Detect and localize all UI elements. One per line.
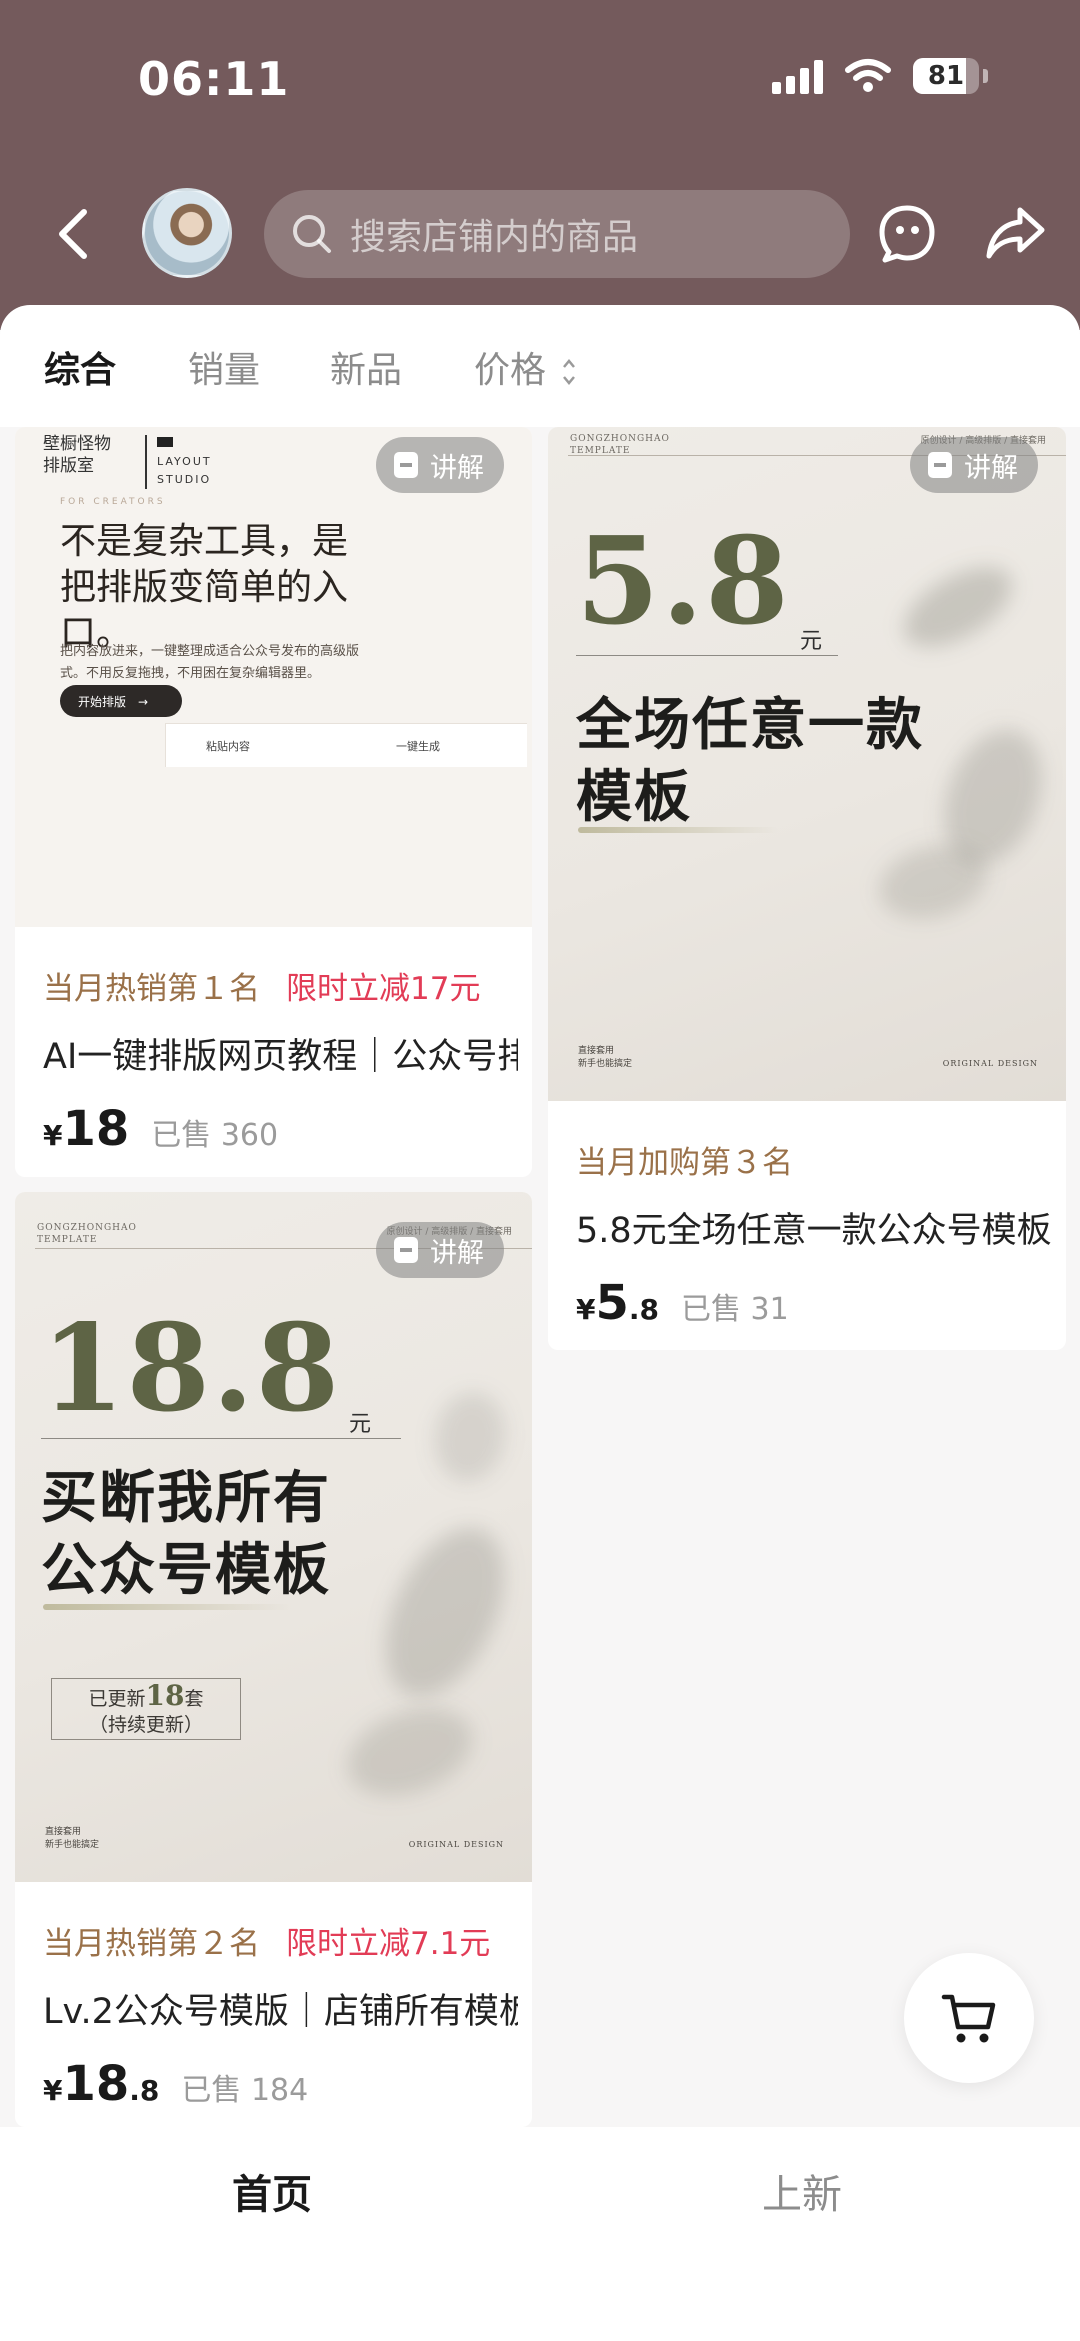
poster-button: 开始排版 → [60,685,182,717]
product-info: 当月热销第１名限时立减17元 AI一键排版网页教程｜公众号排版必备工具 ¥ 18… [43,963,518,1157]
nav-new-arrivals[interactable]: 上新 [762,2162,842,2220]
price-value: 18 [62,1101,130,1157]
sold-count: 已售 31 [681,1292,789,1327]
tab-new[interactable]: 新品 [330,341,402,393]
poster-tagline: FOR CREATORS [60,497,166,507]
sold-count: 已售 360 [151,1118,279,1153]
price-row: ¥ 5 .8 已售 31 [576,1275,789,1331]
poster-brand: GONGZHONGHAO TEMPLATE [37,1223,137,1245]
sold-count: 已售 184 [181,2073,309,2108]
document-icon [928,452,952,478]
store-header: 06:11 81 搜索店铺内的商品 [0,0,1080,330]
product-info: 当月加购第３名 5.8元全场任意一款公众号模板 ¥ 5 .8 已售 31 [576,1137,1052,1331]
bottom-nav: 首页 上新 [0,2127,1080,2341]
product-card[interactable]: GONGZHONGHAOTEMPLATE 原创设计 / 高级排版 / 直接套用 … [548,427,1066,1350]
explain-badge: 讲解 [376,1222,504,1278]
poster-footer-right: ORIGINAL DESIGN [408,1840,504,1849]
poster-unit: 元 [349,1412,372,1437]
poster-brand: 壁橱怪物 排版室 [43,434,111,476]
sort-arrows-icon [563,359,576,385]
product-image[interactable]: GONGZHONGHAOTEMPLATE 原创设计 / 高级排版 / 直接套用 … [15,1192,532,1882]
poster-headline: 全场任意一款 模板 [576,692,924,830]
product-info: 当月热销第２名限时立减7.1元 Lv.2公众号模版｜店铺所有模板买断 ¥ 18 … [43,1918,518,2112]
cart-button[interactable] [904,1953,1034,2083]
tab-sales[interactable]: 销量 [188,341,260,393]
sort-tabs: 综合 销量 新品 价格 [0,305,1080,427]
explain-badge: 讲解 [376,437,504,493]
cart-icon [941,1994,996,2043]
product-title: AI一键排版网页教程｜公众号排版必备工具 [43,1037,518,1077]
tab-price[interactable]: 价格 [474,341,577,393]
promo-label: 限时立减17元 [286,971,481,1007]
poster-subtext: 把内容放进来，一键整理成适合公众号发布的高级版式。不用反复拖拽，不用困在复杂编辑… [60,644,360,681]
product-card[interactable]: GONGZHONGHAOTEMPLATE 原创设计 / 高级排版 / 直接套用 … [15,1192,532,2127]
price-row: ¥ 18 .8 已售 184 [43,2056,309,2112]
poster-swoosh [43,1604,293,1610]
customer-service-icon[interactable] [876,202,938,264]
document-icon [394,1237,418,1263]
nav-home[interactable]: 首页 [232,2162,312,2220]
share-icon[interactable] [984,202,1046,264]
leaf-shadow [891,551,1025,663]
leaf-shadow [427,1386,513,1488]
leaf-shadow [335,1692,485,1812]
price-row: ¥ 18 已售 360 [43,1101,279,1157]
poster-update-note: 已更新18套 （持续更新） [51,1678,241,1740]
rank-label: 当月热销第２名 限时立减7.1元 [43,1926,491,1962]
search-input[interactable]: 搜索店铺内的商品 [264,190,850,278]
rank-label: 当月加购第３名 [576,1145,793,1181]
product-card[interactable]: 壁橱怪物 排版室 LAYOUT STUDIO FOR CREATORS 不是复杂工具… [15,427,532,1177]
tab-comprehensive[interactable]: 综合 [44,341,116,393]
poster-brand: GONGZHONGHAO TEMPLATE [570,434,670,456]
tab-price-label: 价格 [474,350,547,391]
search-icon [293,215,331,253]
poster-swoosh [578,827,778,833]
poster-footer-right: ORIGINAL DESIGN [942,1059,1038,1068]
product-image[interactable]: GONGZHONGHAOTEMPLATE 原创设计 / 高级排版 / 直接套用 … [548,427,1066,1101]
product-title: Lv.2公众号模版｜店铺所有模板买断 [43,1992,518,2032]
poster-studio: LAYOUT STUDIO [145,435,212,489]
price-value: 18 [62,2056,130,2112]
document-icon [394,452,418,478]
poster-price: 5.8 [576,511,791,652]
poster-headline: 买断我所有 公众号模板 [41,1465,331,1603]
poster-headline: 不是复杂工具，是把排版变简单的入口。 [60,521,349,654]
poster-price: 18.8 [41,1298,342,1439]
status-time: 06:11 [138,52,290,106]
store-nav-row: 搜索店铺内的商品 [0,188,1080,280]
battery-level: 81 [927,61,965,91]
explain-badge: 讲解 [910,437,1038,493]
store-avatar[interactable] [142,188,232,278]
wifi-icon [845,59,891,92]
poster-unit: 元 [800,629,823,654]
battery-tip [983,69,988,83]
product-image[interactable]: 壁橱怪物 排版室 LAYOUT STUDIO FOR CREATORS 不是复杂工具… [15,427,532,927]
search-placeholder: 搜索店铺内的商品 [350,217,639,258]
battery-icon: 81 [913,58,979,94]
status-icons: 81 [772,58,988,94]
back-arrow-icon[interactable] [50,204,98,264]
rank-label: 当月热销第１名 限时立减17元 [43,971,481,1007]
poster-footer-left: 直接套用 新手也能搞定 [578,1046,633,1069]
cellular-signal-icon [772,58,823,94]
promo-label: 限时立减7.1元 [286,1926,491,1962]
leaf-shadow [361,1509,529,1715]
product-title: 5.8元全场任意一款公众号模板 [576,1211,1052,1251]
poster-footer-left: 直接套用 新手也能搞定 [45,1827,100,1850]
poster-steps-panel: 粘贴内容 一键生成 [165,723,527,767]
price-value: 5 [595,1275,629,1331]
